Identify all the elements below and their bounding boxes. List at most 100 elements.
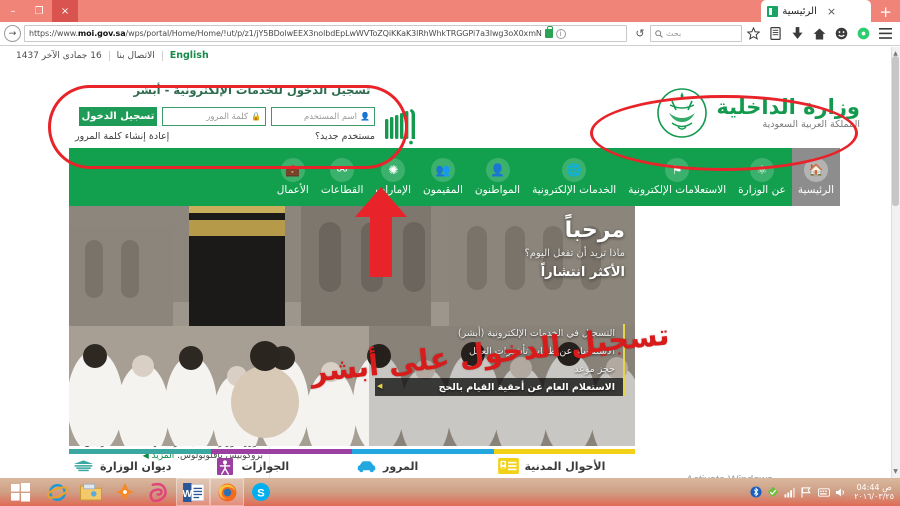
downloads-icon[interactable] [786,23,808,45]
service-tile-traffic[interactable]: المرور [352,449,494,478]
language-link-english[interactable]: English [163,50,216,61]
services-strip: الأحوال المدنية المرور الجوازات ديوان ال… [69,449,635,478]
nav-item-residents[interactable]: 👥 المقيمون [417,148,469,206]
inquiry-globe-icon: ⚑ [665,158,690,182]
file-explorer-icon[interactable] [74,478,108,506]
shield-icon[interactable] [852,23,874,45]
ministry-logo-text: وزارة الداخلية المملكة العربية السعودية [716,96,860,130]
window-maximize-button[interactable]: ❐ [26,0,52,22]
taskbar-clock[interactable]: 04:44 ص ٢٠١٦/٠٣/٢٥ [851,483,896,501]
regions-icon: ✺ [381,158,406,182]
site-utility-bar: English الاتصال بنا 16 جمادى الآخر 1437 [9,47,900,69]
new-user-link[interactable]: مستخدم جديد؟ [315,131,375,142]
svg-text:S: S [257,487,265,499]
nav-item-about-ministry[interactable]: ⚛ عن الوزارة [732,148,792,206]
hero-banner: مرحباً ماذا تريد أن تفعل اليوم؟ الأكثر ا… [69,206,635,446]
hero-welcome: مرحباً [564,218,625,243]
page-scrollbar-thumb[interactable] [892,56,899,206]
firefox-icon[interactable] [210,478,244,506]
reload-button[interactable]: ↺ [630,27,650,40]
login-links: مستخدم جديد؟ إعادة إنشاء كلمة المرور [75,131,375,142]
hamburger-menu-icon[interactable] [874,23,896,45]
url-text: https://www.moi.gov.sa/wps/portal/Home/H… [29,29,542,38]
reader-view-icon[interactable] [764,23,786,45]
service-label: الأحوال المدنية [524,459,606,473]
volume-icon[interactable] [834,486,847,499]
home-icon: 🏠 [803,158,828,182]
service-tile-passports[interactable]: الجوازات [210,449,352,478]
url-bar[interactable]: https://www.moi.gov.sa/wps/portal/Home/H… [24,25,627,42]
clock-date: ٢٠١٦/٠٣/٢٥ [854,492,894,501]
hero-text-block: مرحباً ماذا تريد أن تفعل اليوم؟ الأكثر ا… [375,218,625,281]
nav-item-e-services[interactable]: 🌐 الخدمات الإلكترونية [526,148,622,206]
windows-taskbar: W S 04:44 ص ٢٠١٦/٠٣/٢٥ [0,478,900,506]
password-input[interactable]: 🔒 كلمة المرور [162,107,266,126]
nav-item-e-inquiries[interactable]: ⚑ الاستعلامات الإلكترونية [622,148,732,206]
username-input[interactable]: 👤 اسم المستخدم [271,107,375,126]
saudi-emblem-icon [656,87,708,139]
nav-label: المواطنون [474,184,521,196]
smiley-feedback-icon[interactable] [830,23,852,45]
reset-password-link[interactable]: إعادة إنشاء كلمة المرور [75,131,169,142]
scroll-down-arrow[interactable]: ▼ [892,468,899,475]
nav-item-home[interactable]: 🏠 الرئيسية [791,148,840,206]
skype-icon[interactable]: S [244,478,278,506]
ministry-logo[interactable]: وزارة الداخلية المملكة العربية السعودية [656,87,860,139]
window-minimize-button[interactable]: – [0,0,26,22]
nav-item-business[interactable]: 💼 الأعمال [271,148,315,206]
car-icon [356,458,377,475]
screenshot-root: × ❐ – + × الرئيسية بحث ↺ https://www.moi… [0,0,900,506]
nav-item-citizens[interactable]: 👤 المواطنون [469,148,526,206]
page-info-icon[interactable]: i [555,28,566,39]
browser-toolbar: بحث ↺ https://www.moi.gov.sa/wps/portal/… [0,22,900,46]
windows-start-icon[interactable] [0,478,40,506]
service-tile-ministry-court[interactable]: ديوان الوزارة [69,449,211,478]
browser-tab[interactable]: × الرئيسية [761,0,872,22]
main-navigation: 🏠 الرئيسية ⚛ عن الوزارة ⚑ الاستعلامات ال… [69,148,840,206]
ministry-court-icon [73,458,94,475]
nav-label: عن الوزارة [738,184,786,196]
login-submit-button[interactable]: تسجيل الدخول [79,107,157,126]
utility-links: English الاتصال بنا 16 جمادى الآخر 1437 [9,50,216,61]
window-controls: × ❐ – [0,0,78,22]
svg-text:W: W [183,488,192,499]
service-tile-civil-affairs[interactable]: الأحوال المدنية [493,449,635,478]
search-input[interactable]: بحث [650,25,742,42]
bookmark-star-icon[interactable] [742,23,764,45]
home-icon[interactable] [808,23,830,45]
utility-divider-1 [161,50,163,61]
keyboard-language-icon[interactable] [817,486,830,499]
utility-divider-2 [108,50,110,61]
search-icon [655,29,663,38]
window-close-button[interactable]: × [52,0,78,22]
internet-explorer-icon[interactable] [40,478,74,506]
absher-logo-icon [381,105,421,147]
absher-login-box: تسجيل الدخول للخدمات الإلكترونية - أبشر [65,83,425,151]
nav-label: الخدمات الإلكترونية [532,184,617,196]
hero-list-item-selected[interactable]: الاستعلام العام عن أحقية القيام بالحج [375,378,623,396]
network-signal-icon[interactable] [783,486,796,499]
media-app-icon[interactable] [142,478,176,506]
service-label: ديوان الوزارة [100,459,172,473]
webpage-viewport: English الاتصال بنا 16 جمادى الآخر 1437 … [0,47,900,478]
service-label: الجوازات [241,459,290,473]
sectors-icon: ⚯ [330,158,355,182]
microsoft-word-icon[interactable]: W [176,478,210,506]
avast-icon[interactable] [108,478,142,506]
action-center-icon[interactable] [800,486,813,499]
contact-us-link[interactable]: الاتصال بنا [110,51,162,61]
username-placeholder: اسم المستخدم [303,111,358,122]
go-button[interactable]: → [4,25,21,42]
new-tab-button[interactable]: + [871,2,900,22]
residents-icon: 👥 [430,158,455,182]
id-card-icon [497,458,519,475]
clock-time: 04:44 ص [856,482,892,492]
lock-icon [544,26,553,38]
bluetooth-icon[interactable] [749,486,762,499]
search-placeholder: بحث [666,29,682,38]
tab-close-icon[interactable]: × [821,5,842,18]
ministry-emblem-icon: ⚛ [749,158,774,182]
citizen-icon: 👤 [485,158,510,182]
user-icon: 👤 [360,112,370,121]
avast-tray-icon[interactable] [766,486,779,499]
